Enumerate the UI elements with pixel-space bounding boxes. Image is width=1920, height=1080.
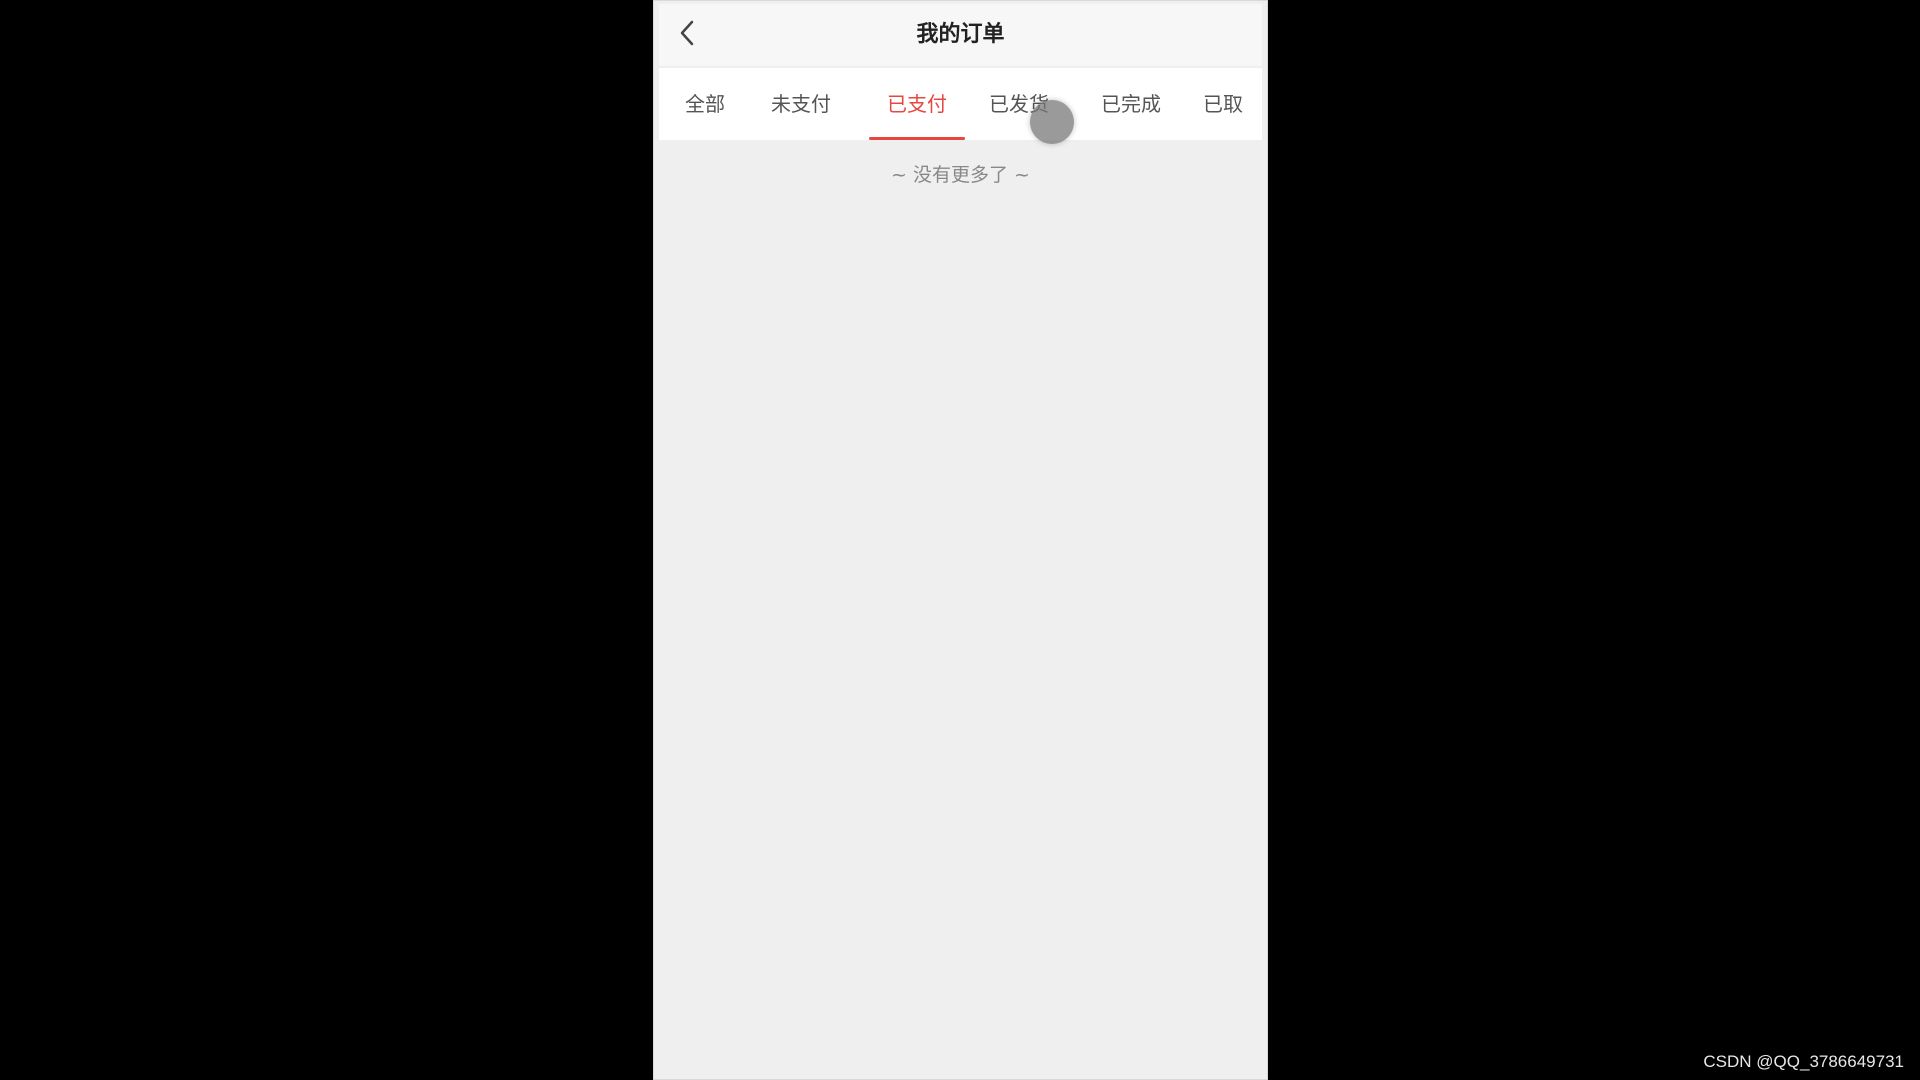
active-tab-indicator <box>869 137 965 140</box>
tab-completed[interactable]: 已完成 <box>1091 68 1171 140</box>
tab-cancelled[interactable]: 已取 <box>1203 68 1262 140</box>
tab-all[interactable]: 全部 <box>675 68 735 140</box>
tab-shipped[interactable]: 已发货 <box>979 68 1059 140</box>
page-title: 我的订单 <box>916 22 1005 47</box>
order-status-tabs: 全部 未支付 已支付 已发货 已完成 已取 <box>659 68 1262 140</box>
tab-paid[interactable]: 已支付 <box>869 68 965 140</box>
no-more-text: ~ 没有更多了 ~ <box>891 164 1030 186</box>
back-button[interactable] <box>669 17 705 53</box>
tab-unpaid[interactable]: 未支付 <box>761 68 841 140</box>
watermark: CSDN @QQ_3786649731 <box>1703 1052 1904 1071</box>
phone-screen: 我的订单 全部 未支付 已支付 已发货 已完成 已取 ~ 没有更多了 ~ <box>653 0 1268 1080</box>
chevron-left-icon <box>677 19 697 51</box>
navigation-bar: 我的订单 <box>659 4 1262 66</box>
